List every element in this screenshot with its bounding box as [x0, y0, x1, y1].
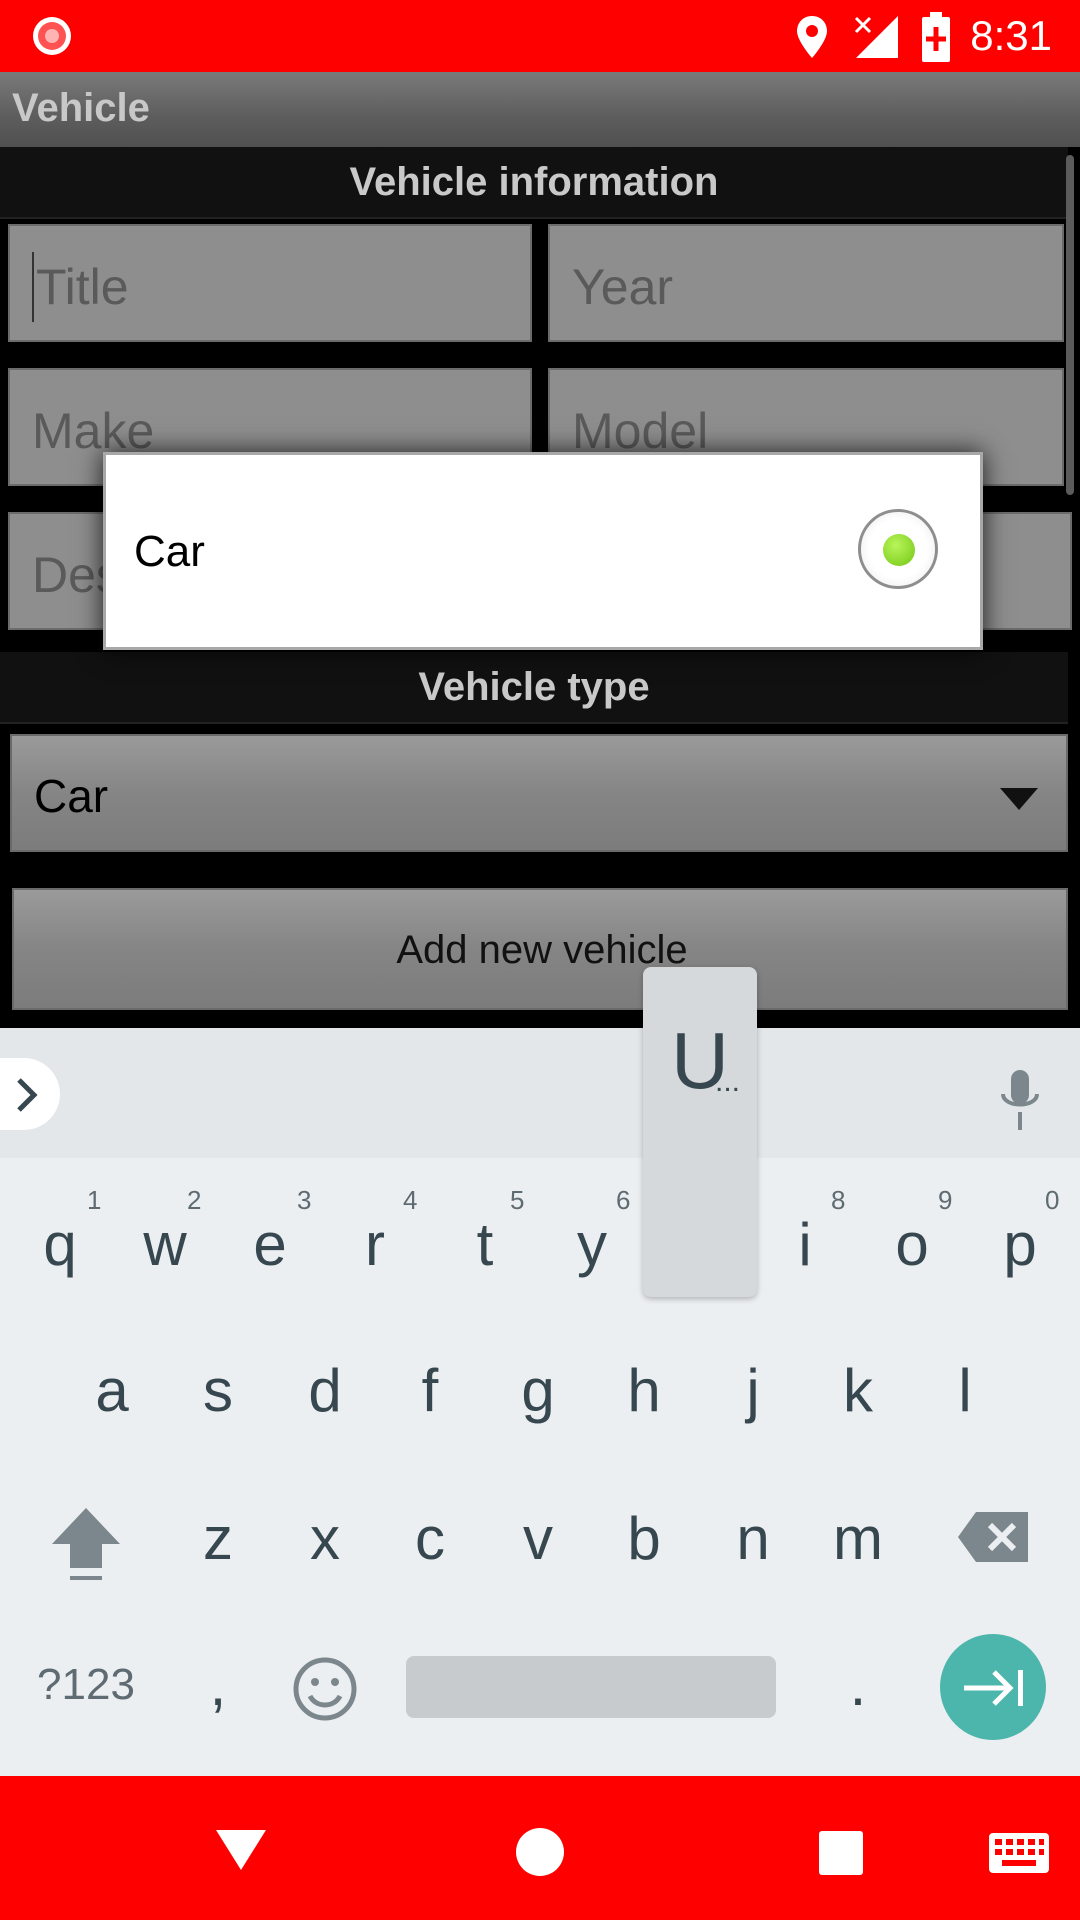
tab-arrow-icon: [964, 1670, 1023, 1706]
key-w[interactable]: w: [115, 1210, 215, 1279]
key-y[interactable]: y: [542, 1210, 642, 1279]
expand-toolbar-button[interactable]: [0, 1058, 60, 1130]
key-f[interactable]: f: [380, 1356, 480, 1425]
key-c[interactable]: c: [380, 1504, 480, 1573]
key-i[interactable]: i: [755, 1210, 855, 1279]
key-hint: 6: [616, 1185, 631, 1215]
title-field[interactable]: Title: [8, 224, 532, 342]
dialog-option-label: Car: [134, 527, 205, 576]
status-bar: 8:31: [0, 0, 1080, 72]
home-icon[interactable]: [514, 1826, 566, 1878]
period-key[interactable]: .: [808, 1650, 908, 1719]
vehicle-type-spinner[interactable]: Car: [10, 734, 1068, 852]
key-l[interactable]: l: [915, 1356, 1015, 1425]
key-hint: 5: [510, 1185, 525, 1215]
section-header-vehicle-information: Vehicle information: [0, 147, 1068, 219]
add-new-vehicle-label: Add new vehicle: [396, 928, 688, 972]
key-q[interactable]: q: [10, 1210, 110, 1279]
key-preview-more: ...: [715, 1065, 741, 1098]
radio-button[interactable]: [858, 509, 938, 589]
backspace-icon[interactable]: [956, 1510, 1030, 1564]
scroll-indicator: [1066, 155, 1074, 495]
no-signal-icon: [854, 16, 898, 58]
recents-icon[interactable]: [818, 1830, 864, 1876]
shift-icon[interactable]: [48, 1504, 124, 1584]
key-r[interactable]: r: [325, 1210, 425, 1279]
dialog-option-car[interactable]: Car: [106, 455, 980, 647]
clock: 8:31: [970, 12, 1052, 59]
key-v[interactable]: v: [488, 1504, 588, 1573]
year-field[interactable]: Year: [548, 224, 1064, 342]
key-h[interactable]: h: [594, 1356, 694, 1425]
key-k[interactable]: k: [808, 1356, 908, 1425]
key-n[interactable]: n: [703, 1504, 803, 1573]
key-hint: 8: [831, 1185, 846, 1215]
battery-charging-icon: [922, 12, 950, 62]
key-p[interactable]: p: [970, 1210, 1070, 1279]
key-preview-popup: U ...: [643, 967, 757, 1297]
key-z[interactable]: z: [168, 1504, 268, 1573]
action-bar: Vehicle: [0, 72, 1080, 147]
next-field-button[interactable]: [940, 1634, 1046, 1740]
location-icon: [797, 16, 827, 58]
key-j[interactable]: j: [703, 1356, 803, 1425]
key-a[interactable]: a: [62, 1356, 162, 1425]
record-icon: [33, 17, 71, 55]
key-o[interactable]: o: [862, 1210, 962, 1279]
text-cursor: [32, 252, 34, 322]
key-e[interactable]: e: [220, 1210, 320, 1279]
key-hint: 1: [87, 1185, 102, 1215]
title-placeholder: Title: [36, 259, 129, 315]
vehicle-type-value: Car: [34, 770, 109, 822]
key-s[interactable]: s: [168, 1356, 268, 1425]
comma-key[interactable]: ,: [168, 1650, 268, 1719]
key-hint: 0: [1045, 1185, 1060, 1215]
add-new-vehicle-button[interactable]: Add new vehicle: [12, 888, 1068, 1010]
microphone-icon[interactable]: [998, 1068, 1042, 1134]
section-header-vehicle-type: Vehicle type: [0, 652, 1068, 724]
year-placeholder: Year: [572, 259, 674, 315]
key-x[interactable]: x: [275, 1504, 375, 1573]
key-d[interactable]: d: [275, 1356, 375, 1425]
vehicle-type-dialog: Car: [103, 452, 983, 650]
navigation-bar: [0, 1776, 1080, 1920]
key-b[interactable]: b: [594, 1504, 694, 1573]
key-g[interactable]: g: [488, 1356, 588, 1425]
key-hint: 2: [187, 1185, 202, 1215]
key-m[interactable]: m: [808, 1504, 908, 1573]
suggestion-strip: [0, 1028, 1080, 1158]
space-bar[interactable]: [406, 1656, 776, 1718]
emoji-icon[interactable]: [292, 1656, 358, 1722]
symbols-key[interactable]: ?123: [36, 1660, 136, 1710]
chevron-right-icon: [17, 1078, 38, 1112]
key-hint: 3: [297, 1185, 312, 1215]
key-hint: 9: [938, 1185, 953, 1215]
key-t[interactable]: t: [435, 1210, 535, 1279]
chevron-down-icon: [1000, 788, 1038, 810]
keyboard-switch-icon[interactable]: [988, 1832, 1050, 1874]
app-title: Vehicle: [12, 86, 150, 130]
back-icon[interactable]: [214, 1828, 268, 1872]
key-hint: 4: [403, 1185, 418, 1215]
